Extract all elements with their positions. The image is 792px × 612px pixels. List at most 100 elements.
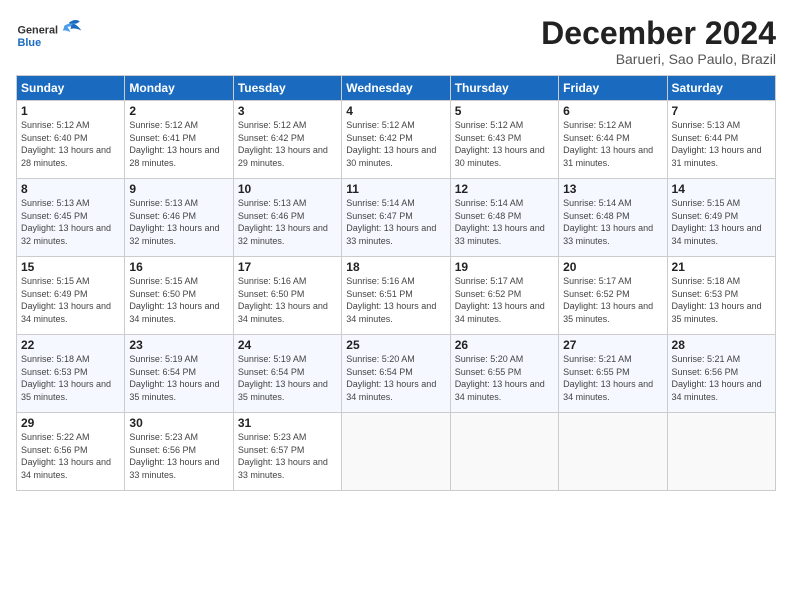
calendar-cell: [667, 413, 775, 491]
month-title: December 2024: [541, 16, 776, 51]
weekday-header-saturday: Saturday: [667, 76, 775, 101]
day-number: 18: [346, 260, 445, 274]
day-info: Sunrise: 5:23 AMSunset: 6:56 PMDaylight:…: [129, 431, 228, 481]
day-number: 21: [672, 260, 771, 274]
calendar-cell: 22Sunrise: 5:18 AMSunset: 6:53 PMDayligh…: [17, 335, 125, 413]
calendar-week-row: 15Sunrise: 5:15 AMSunset: 6:49 PMDayligh…: [17, 257, 776, 335]
day-info: Sunrise: 5:15 AMSunset: 6:49 PMDaylight:…: [21, 275, 120, 325]
day-info: Sunrise: 5:16 AMSunset: 6:51 PMDaylight:…: [346, 275, 445, 325]
calendar-cell: 9Sunrise: 5:13 AMSunset: 6:46 PMDaylight…: [125, 179, 233, 257]
day-number: 17: [238, 260, 337, 274]
day-number: 29: [21, 416, 120, 430]
calendar-week-row: 1Sunrise: 5:12 AMSunset: 6:40 PMDaylight…: [17, 101, 776, 179]
day-number: 5: [455, 104, 554, 118]
calendar-cell: [342, 413, 450, 491]
day-info: Sunrise: 5:13 AMSunset: 6:46 PMDaylight:…: [238, 197, 337, 247]
calendar-cell: 29Sunrise: 5:22 AMSunset: 6:56 PMDayligh…: [17, 413, 125, 491]
page: General Blue December 2024 Barueri, Sao …: [0, 0, 792, 612]
day-number: 20: [563, 260, 662, 274]
calendar-cell: 25Sunrise: 5:20 AMSunset: 6:54 PMDayligh…: [342, 335, 450, 413]
day-info: Sunrise: 5:18 AMSunset: 6:53 PMDaylight:…: [672, 275, 771, 325]
calendar-cell: 18Sunrise: 5:16 AMSunset: 6:51 PMDayligh…: [342, 257, 450, 335]
day-number: 19: [455, 260, 554, 274]
calendar-cell: 20Sunrise: 5:17 AMSunset: 6:52 PMDayligh…: [559, 257, 667, 335]
calendar-cell: 7Sunrise: 5:13 AMSunset: 6:44 PMDaylight…: [667, 101, 775, 179]
day-number: 9: [129, 182, 228, 196]
calendar-cell: 8Sunrise: 5:13 AMSunset: 6:45 PMDaylight…: [17, 179, 125, 257]
day-info: Sunrise: 5:12 AMSunset: 6:43 PMDaylight:…: [455, 119, 554, 169]
day-info: Sunrise: 5:17 AMSunset: 6:52 PMDaylight:…: [563, 275, 662, 325]
day-info: Sunrise: 5:14 AMSunset: 6:48 PMDaylight:…: [563, 197, 662, 247]
day-number: 13: [563, 182, 662, 196]
day-info: Sunrise: 5:15 AMSunset: 6:49 PMDaylight:…: [672, 197, 771, 247]
logo-svg: General Blue: [16, 16, 86, 56]
calendar-cell: [450, 413, 558, 491]
calendar-cell: 30Sunrise: 5:23 AMSunset: 6:56 PMDayligh…: [125, 413, 233, 491]
calendar-cell: 23Sunrise: 5:19 AMSunset: 6:54 PMDayligh…: [125, 335, 233, 413]
day-info: Sunrise: 5:19 AMSunset: 6:54 PMDaylight:…: [238, 353, 337, 403]
day-number: 3: [238, 104, 337, 118]
day-info: Sunrise: 5:18 AMSunset: 6:53 PMDaylight:…: [21, 353, 120, 403]
day-number: 12: [455, 182, 554, 196]
day-number: 31: [238, 416, 337, 430]
calendar-week-row: 29Sunrise: 5:22 AMSunset: 6:56 PMDayligh…: [17, 413, 776, 491]
calendar-cell: 5Sunrise: 5:12 AMSunset: 6:43 PMDaylight…: [450, 101, 558, 179]
calendar-cell: 28Sunrise: 5:21 AMSunset: 6:56 PMDayligh…: [667, 335, 775, 413]
calendar-cell: 2Sunrise: 5:12 AMSunset: 6:41 PMDaylight…: [125, 101, 233, 179]
day-number: 6: [563, 104, 662, 118]
calendar-week-row: 22Sunrise: 5:18 AMSunset: 6:53 PMDayligh…: [17, 335, 776, 413]
weekday-header-friday: Friday: [559, 76, 667, 101]
day-info: Sunrise: 5:17 AMSunset: 6:52 PMDaylight:…: [455, 275, 554, 325]
calendar-cell: 24Sunrise: 5:19 AMSunset: 6:54 PMDayligh…: [233, 335, 341, 413]
day-number: 23: [129, 338, 228, 352]
day-number: 2: [129, 104, 228, 118]
calendar-week-row: 8Sunrise: 5:13 AMSunset: 6:45 PMDaylight…: [17, 179, 776, 257]
day-info: Sunrise: 5:12 AMSunset: 6:41 PMDaylight:…: [129, 119, 228, 169]
day-info: Sunrise: 5:20 AMSunset: 6:55 PMDaylight:…: [455, 353, 554, 403]
calendar-cell: 19Sunrise: 5:17 AMSunset: 6:52 PMDayligh…: [450, 257, 558, 335]
day-info: Sunrise: 5:14 AMSunset: 6:47 PMDaylight:…: [346, 197, 445, 247]
weekday-header-wednesday: Wednesday: [342, 76, 450, 101]
day-info: Sunrise: 5:12 AMSunset: 6:40 PMDaylight:…: [21, 119, 120, 169]
header: General Blue December 2024 Barueri, Sao …: [16, 16, 776, 67]
day-info: Sunrise: 5:12 AMSunset: 6:42 PMDaylight:…: [238, 119, 337, 169]
weekday-header-monday: Monday: [125, 76, 233, 101]
calendar-cell: 10Sunrise: 5:13 AMSunset: 6:46 PMDayligh…: [233, 179, 341, 257]
day-number: 14: [672, 182, 771, 196]
calendar-cell: 13Sunrise: 5:14 AMSunset: 6:48 PMDayligh…: [559, 179, 667, 257]
day-number: 24: [238, 338, 337, 352]
day-number: 26: [455, 338, 554, 352]
day-number: 4: [346, 104, 445, 118]
calendar-cell: 26Sunrise: 5:20 AMSunset: 6:55 PMDayligh…: [450, 335, 558, 413]
calendar-cell: 11Sunrise: 5:14 AMSunset: 6:47 PMDayligh…: [342, 179, 450, 257]
day-number: 1: [21, 104, 120, 118]
calendar-cell: 17Sunrise: 5:16 AMSunset: 6:50 PMDayligh…: [233, 257, 341, 335]
logo: General Blue: [16, 16, 86, 56]
weekday-header-tuesday: Tuesday: [233, 76, 341, 101]
svg-text:General: General: [18, 25, 59, 37]
day-info: Sunrise: 5:20 AMSunset: 6:54 PMDaylight:…: [346, 353, 445, 403]
day-info: Sunrise: 5:22 AMSunset: 6:56 PMDaylight:…: [21, 431, 120, 481]
day-info: Sunrise: 5:15 AMSunset: 6:50 PMDaylight:…: [129, 275, 228, 325]
day-info: Sunrise: 5:13 AMSunset: 6:46 PMDaylight:…: [129, 197, 228, 247]
day-info: Sunrise: 5:13 AMSunset: 6:45 PMDaylight:…: [21, 197, 120, 247]
calendar-cell: 6Sunrise: 5:12 AMSunset: 6:44 PMDaylight…: [559, 101, 667, 179]
day-number: 16: [129, 260, 228, 274]
day-info: Sunrise: 5:21 AMSunset: 6:55 PMDaylight:…: [563, 353, 662, 403]
day-info: Sunrise: 5:16 AMSunset: 6:50 PMDaylight:…: [238, 275, 337, 325]
day-number: 7: [672, 104, 771, 118]
calendar-cell: 4Sunrise: 5:12 AMSunset: 6:42 PMDaylight…: [342, 101, 450, 179]
day-number: 22: [21, 338, 120, 352]
day-number: 11: [346, 182, 445, 196]
day-number: 27: [563, 338, 662, 352]
calendar-cell: 3Sunrise: 5:12 AMSunset: 6:42 PMDaylight…: [233, 101, 341, 179]
calendar-cell: 31Sunrise: 5:23 AMSunset: 6:57 PMDayligh…: [233, 413, 341, 491]
calendar-table: SundayMondayTuesdayWednesdayThursdayFrid…: [16, 75, 776, 491]
calendar-cell: 16Sunrise: 5:15 AMSunset: 6:50 PMDayligh…: [125, 257, 233, 335]
svg-text:Blue: Blue: [18, 37, 42, 49]
weekday-header-thursday: Thursday: [450, 76, 558, 101]
calendar-cell: 14Sunrise: 5:15 AMSunset: 6:49 PMDayligh…: [667, 179, 775, 257]
day-info: Sunrise: 5:19 AMSunset: 6:54 PMDaylight:…: [129, 353, 228, 403]
day-info: Sunrise: 5:12 AMSunset: 6:44 PMDaylight:…: [563, 119, 662, 169]
title-block: December 2024 Barueri, Sao Paulo, Brazil: [541, 16, 776, 67]
